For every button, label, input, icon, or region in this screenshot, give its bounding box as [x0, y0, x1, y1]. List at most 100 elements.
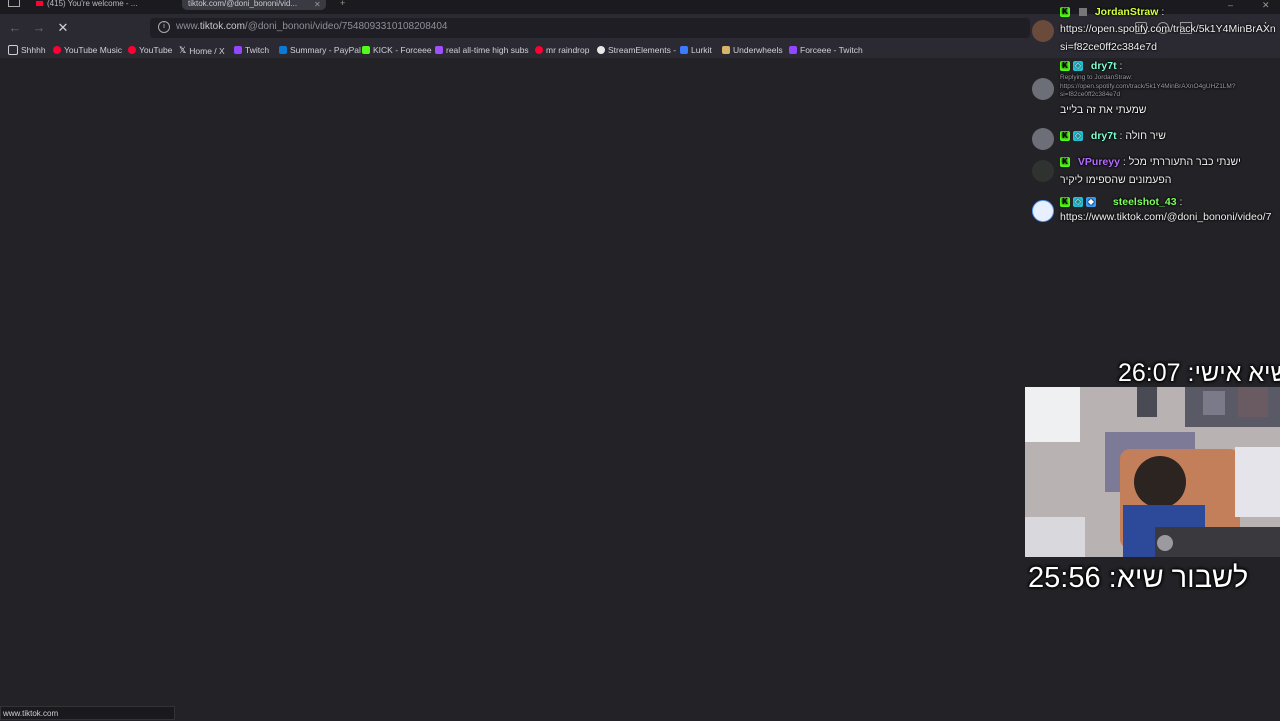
- chat-username: dry7t: [1090, 130, 1117, 142]
- avatar: [1032, 20, 1054, 42]
- bookmark-shhhh[interactable]: Shhhh: [8, 45, 46, 55]
- twitch-icon: [234, 46, 242, 54]
- youtube-icon: [128, 46, 136, 54]
- forward-icon[interactable]: →: [30, 19, 48, 37]
- avatar: [1032, 128, 1054, 150]
- kick-icon: [362, 46, 370, 54]
- avatar: [1032, 200, 1054, 222]
- chat-text: שמעתי את זה בלייב: [1060, 104, 1147, 116]
- twitch-icon: [789, 46, 797, 54]
- kick-badge-icon: K: [1060, 157, 1070, 168]
- break-record-time: 25:56: [1028, 562, 1101, 594]
- personal-record-time: 26:07: [1118, 359, 1181, 387]
- new-tab-icon[interactable]: +: [340, 0, 345, 8]
- chat-username: dry7t: [1090, 60, 1117, 72]
- chat-text: הפעמונים שהספימו ליקיר: [1060, 174, 1172, 186]
- bookmark-forceee-twitch[interactable]: Forceee - Twitch: [789, 45, 863, 55]
- bookmark-lurkit[interactable]: Lurkit: [680, 45, 712, 55]
- bookmark-label: YouTube Music: [64, 45, 122, 55]
- bookmark-label: Underwheels: [733, 45, 783, 55]
- avatar: [1032, 78, 1054, 100]
- bookmark-twitch[interactable]: Twitch: [234, 45, 269, 55]
- reply-text: https://open.spotify.com/track/5k1Y4MinB…: [1060, 83, 1236, 98]
- lurkit-icon: [680, 46, 688, 54]
- chat-colon: :: [1176, 196, 1183, 208]
- kick-badge-icon: K: [1060, 131, 1070, 142]
- bookmark-youtube[interactable]: YouTube: [128, 45, 172, 55]
- personal-record-label: שיא אישי:: [1187, 359, 1280, 387]
- paypal-icon: [279, 46, 287, 54]
- bookmark-mr-raindrop[interactable]: mr raindrop: [535, 45, 589, 55]
- chat-colon: :: [1158, 6, 1165, 18]
- x-icon: 𝕏: [179, 45, 187, 55]
- bookmark-label: mr raindrop: [546, 45, 590, 55]
- break-record-timer: 25:56 לשבור שיא:: [1028, 562, 1248, 595]
- kick-badge-icon: K: [1060, 197, 1070, 208]
- webcam-image: [1025, 387, 1280, 557]
- chat-text: שיר חולה: [1125, 130, 1166, 142]
- kick-badge-icon: K: [1060, 7, 1070, 18]
- chat-text: ישנתי כבר התעוררתי מכל: [1128, 156, 1241, 168]
- bookmark-home-x[interactable]: 𝕏 Home / X: [179, 45, 225, 56]
- bookmark-label: real all-time high subs: [446, 45, 529, 55]
- youtube-icon: [535, 46, 543, 54]
- bookmark-streamelements[interactable]: StreamElements -: [597, 45, 676, 55]
- chat-username: JordanStraw: [1094, 6, 1159, 18]
- bookmark-youtube-music[interactable]: YouTube Music: [53, 45, 122, 55]
- sub-badge-icon: [1078, 8, 1087, 17]
- bookmark-underwheels[interactable]: Underwheels: [722, 45, 783, 55]
- vip-badge-icon: ◇: [1073, 131, 1083, 142]
- personal-record-timer: 26:07 שיא אישי:: [1118, 359, 1280, 388]
- break-record-label: לשבור שיא:: [1108, 562, 1249, 594]
- url-host: tiktok.com: [199, 21, 245, 32]
- youtube-music-icon: [53, 46, 61, 54]
- back-icon[interactable]: ←: [6, 19, 24, 37]
- tab-tiktok[interactable]: tiktok.com/@doni_bononi/vid...: [182, 0, 326, 10]
- minimize-icon[interactable]: –: [1228, 0, 1233, 10]
- chat-username: VPureyy: [1077, 156, 1120, 168]
- url-prefix: www.: [176, 21, 200, 32]
- bookmark-label: Twitch: [245, 45, 270, 55]
- bookmark-paypal[interactable]: Summary - PayPal: [279, 45, 361, 55]
- close-tab-icon[interactable]: ✕: [314, 0, 321, 9]
- stop-loading-icon[interactable]: ✕: [54, 19, 72, 37]
- bookmark-label: Summary - PayPal: [290, 45, 361, 55]
- webcam-feed: [1025, 387, 1280, 557]
- status-bar: www.tiktok.com: [0, 706, 175, 720]
- youtube-tab-icon: [36, 1, 43, 6]
- site-info-icon[interactable]: i: [158, 21, 170, 33]
- close-window-icon[interactable]: ✕: [1262, 0, 1270, 11]
- bookmark-label: KICK - Forceee: [373, 45, 432, 55]
- bookmark-label: Shhhh: [21, 45, 46, 55]
- kick-badge-icon: K: [1060, 61, 1070, 72]
- bookmark-label: Lurkit: [691, 45, 712, 55]
- bookmark-label: Forceee - Twitch: [800, 45, 863, 55]
- bookmark-label: YouTube: [139, 45, 173, 55]
- reply-header: Replying to JordanStraw:: [1060, 74, 1133, 81]
- chat-username: steelshot_43: [1112, 196, 1177, 208]
- window-menu-icon[interactable]: [8, 0, 20, 7]
- chat-text: https://www.tiktok.com/@doni_bononi/vide…: [1060, 211, 1272, 223]
- vip-badge-icon: ◇: [1073, 61, 1083, 72]
- chat-text: si=f82ce0ff2c384e7d: [1060, 41, 1158, 53]
- bookmark-label: Home / X: [189, 45, 225, 56]
- chart-icon: [435, 46, 443, 54]
- vip-badge-icon: ◇: [1073, 197, 1083, 208]
- folder-icon: [8, 45, 18, 55]
- tab-label: tiktok.com/@doni_bononi/vid...: [188, 0, 298, 8]
- url-path: /@doni_bononi/video/7548093310108208404: [244, 21, 448, 32]
- bookmark-kick-forceee[interactable]: KICK - Forceee: [362, 45, 432, 55]
- chat-text: https://open.spotify.com/track/5k1Y4MinB…: [1060, 23, 1276, 35]
- tab-youtube[interactable]: (415) You're welcome - ...: [36, 0, 166, 10]
- tab-label: (415) You're welcome - ...: [47, 0, 138, 8]
- avatar: [1032, 160, 1054, 182]
- chat-colon: :: [1116, 60, 1123, 72]
- streamelements-icon: [597, 46, 605, 54]
- address-bar[interactable]: i www.tiktok.com/@doni_bononi/video/7548…: [150, 18, 1030, 38]
- chat-colon: :: [1119, 156, 1129, 168]
- mod-badge-icon: ◆: [1086, 197, 1096, 208]
- underwheels-icon: [722, 46, 730, 54]
- url-text[interactable]: www.tiktok.com/@doni_bononi/video/754809…: [176, 21, 447, 32]
- bookmark-label: StreamElements -: [608, 45, 677, 55]
- bookmark-real-all-time-high-subs[interactable]: real all-time high subs: [435, 45, 529, 55]
